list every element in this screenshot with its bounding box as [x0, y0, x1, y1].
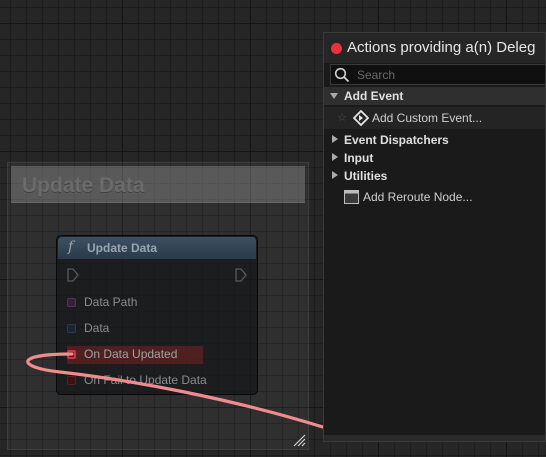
pin-label: On Data Updated: [84, 347, 178, 361]
item-label: Add Custom Event...: [372, 111, 483, 125]
pin-on-data-updated[interactable]: On Data Updated: [67, 346, 203, 364]
menu-title-bar[interactable]: Actions providing a(n) Deleg: [324, 33, 545, 63]
item-add-custom-event[interactable]: ☆ Add Custom Event...: [324, 107, 545, 129]
category-label: Input: [344, 151, 374, 165]
context-dot-icon: [331, 43, 342, 54]
node-title: Update Data: [87, 241, 158, 255]
node-header[interactable]: f Update Data: [58, 237, 256, 259]
category-utilities[interactable]: Utilities: [324, 167, 545, 185]
item-add-reroute-node[interactable]: Add Reroute Node...: [324, 186, 545, 208]
comment-header[interactable]: Update Data: [11, 166, 305, 203]
resize-grip-icon[interactable]: [292, 433, 306, 447]
category-event-dispatchers[interactable]: Event Dispatchers: [324, 131, 545, 149]
category-label: Utilities: [344, 169, 388, 183]
reroute-node-icon: [344, 190, 359, 204]
menu-title: Actions providing a(n) Deleg: [347, 39, 536, 56]
pin-dot-data[interactable]: [67, 324, 76, 333]
chevron-right-icon[interactable]: [332, 135, 338, 143]
custom-event-icon: [353, 110, 369, 126]
function-node[interactable]: f Update Data Data Path Data On Data Upd…: [56, 235, 258, 395]
pin-dot-on-fail[interactable]: [67, 376, 76, 385]
favorite-star-icon[interactable]: ☆: [337, 111, 347, 124]
item-label: Add Reroute Node...: [363, 190, 473, 204]
chevron-right-icon[interactable]: [332, 153, 338, 161]
search-placeholder: Search: [357, 68, 396, 82]
exec-output-pin-icon[interactable]: [235, 268, 247, 282]
chevron-right-icon[interactable]: [332, 171, 338, 179]
search-icon: [334, 67, 350, 83]
action-menu[interactable]: Actions providing a(n) Deleg Search Add …: [323, 32, 546, 442]
category-label: Add Event: [344, 89, 404, 103]
category-label: Event Dispatchers: [344, 133, 449, 147]
category-input[interactable]: Input: [324, 149, 545, 167]
chevron-down-icon[interactable]: [330, 93, 338, 99]
pin-dot-on-data-updated[interactable]: [67, 350, 76, 359]
pin-label: Data Path: [84, 295, 138, 309]
pin-dot-data-path[interactable]: [67, 298, 76, 307]
comment-title[interactable]: Update Data: [22, 174, 145, 198]
pin-label: On Fail to Update Data: [84, 373, 207, 387]
search-input[interactable]: Search: [330, 64, 545, 85]
function-icon: f: [68, 239, 74, 255]
exec-input-pin-icon[interactable]: [67, 268, 79, 282]
category-add-event[interactable]: Add Event: [324, 87, 545, 105]
horizontal-scrollbar[interactable]: [324, 435, 545, 441]
pin-label: Data: [84, 321, 110, 335]
